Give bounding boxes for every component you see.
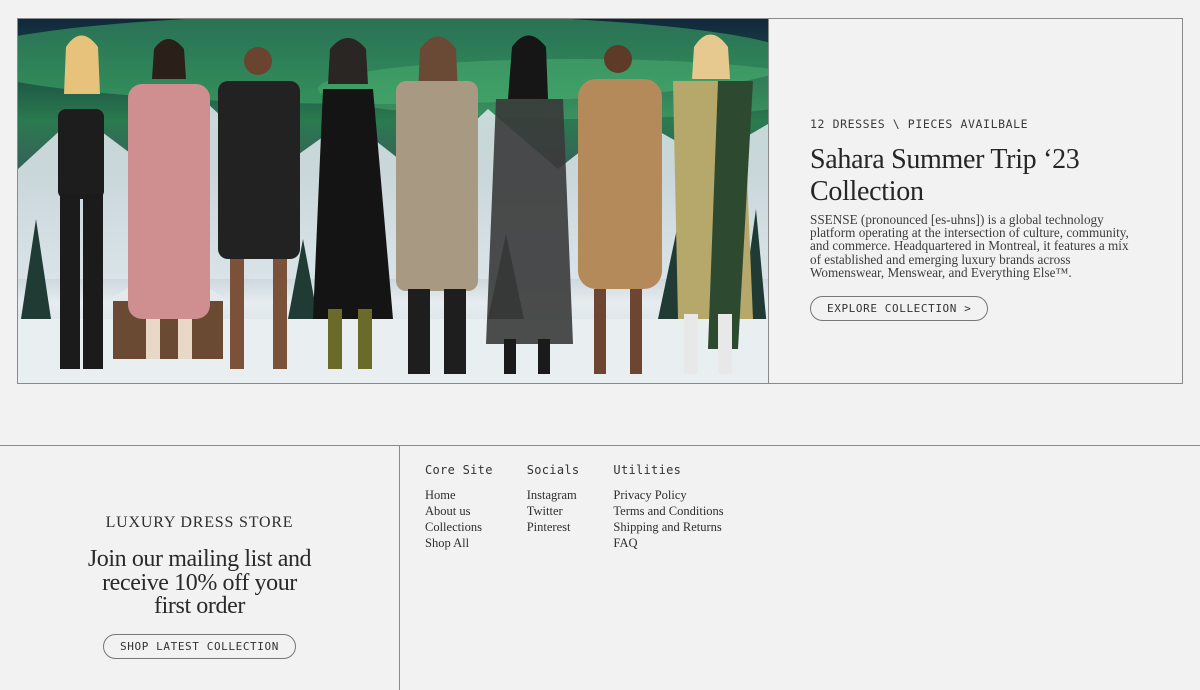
collection-feature-card: 12 DRESSES \ PIECES AVAILBALE Sahara Sum… <box>17 18 1183 384</box>
page: 12 DRESSES \ PIECES AVAILBALE Sahara Sum… <box>0 0 1200 690</box>
collection-info: 12 DRESSES \ PIECES AVAILBALE Sahara Sum… <box>769 19 1182 383</box>
mailing-list-text: Join our mailing list and receive 10% of… <box>87 546 312 619</box>
models-illustration <box>18 19 768 383</box>
footer-link-about-us[interactable]: About us <box>425 504 471 518</box>
footer-column-heading: Socials <box>526 463 580 477</box>
footer-link-twitter[interactable]: Twitter <box>527 504 563 518</box>
footer-link-terms[interactable]: Terms and Conditions <box>613 504 723 518</box>
footer-link-instagram[interactable]: Instagram <box>527 488 577 502</box>
footer-column-heading: Utilities <box>613 463 682 477</box>
footer-column-heading: Core Site <box>425 463 493 477</box>
shop-latest-collection-button[interactable]: SHOP LATEST COLLECTION <box>103 633 296 659</box>
explore-collection-button[interactable]: EXPLORE COLLECTION > <box>810 296 989 322</box>
footer-column-utilities: Utilities Privacy Policy Terms and Condi… <box>613 463 723 690</box>
footer-link-shop-all[interactable]: Shop All <box>425 536 469 550</box>
site-footer: LUXURY DRESS STORE Join our mailing list… <box>0 445 1200 690</box>
newsletter-block: LUXURY DRESS STORE Join our mailing list… <box>0 446 400 690</box>
footer-link-home[interactable]: Home <box>425 488 456 502</box>
footer-link-privacy-policy[interactable]: Privacy Policy <box>613 488 686 502</box>
collection-hero-image[interactable] <box>18 19 769 383</box>
footer-link-pinterest[interactable]: Pinterest <box>527 520 571 534</box>
store-name: LUXURY DRESS STORE <box>105 514 294 531</box>
footer-link-faq[interactable]: FAQ <box>613 536 637 550</box>
collection-title: Sahara Summer Trip ‘23 Collection <box>810 144 1080 207</box>
pieces-available-label: 12 DRESSES \ PIECES AVAILBALE <box>810 117 1029 131</box>
footer-column-socials: Socials Instagram Twitter Pinterest <box>527 463 580 690</box>
footer-link-collections[interactable]: Collections <box>425 520 482 534</box>
footer-link-columns: Core Site Home About us Collections Shop… <box>400 446 1200 690</box>
collection-description: SSENSE (pronounced [es-uhns]) is a globa… <box>810 212 1129 280</box>
footer-column-core-site: Core Site Home About us Collections Shop… <box>425 463 493 690</box>
footer-link-shipping-returns[interactable]: Shipping and Returns <box>613 520 721 534</box>
